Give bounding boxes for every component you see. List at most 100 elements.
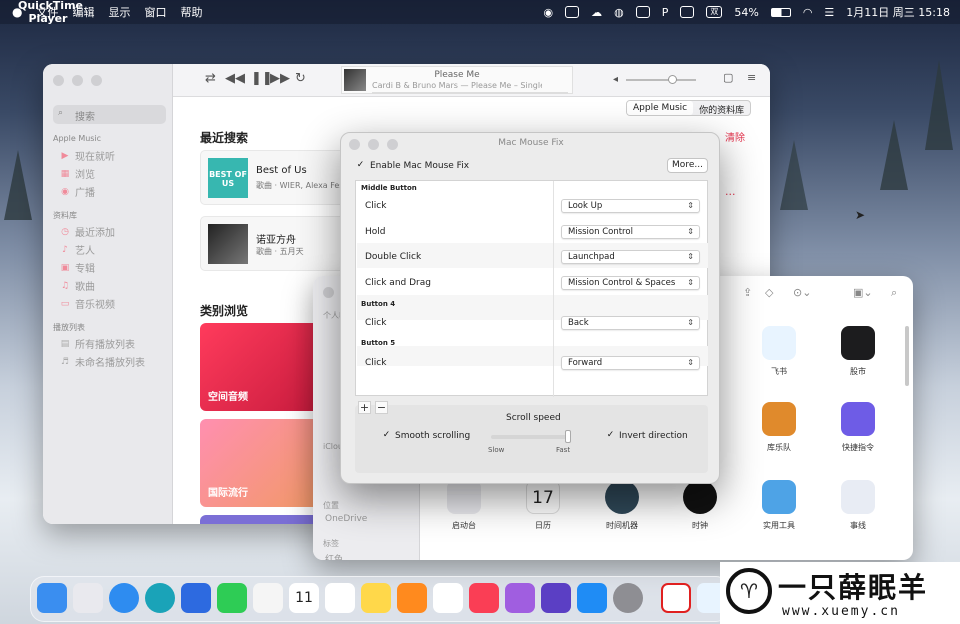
sidebar-item-untitled-playlist[interactable]: ♬ 未命名播放列表: [60, 354, 145, 370]
app-timeline[interactable]: 事线: [828, 480, 888, 531]
previous-icon[interactable]: ◀◀: [225, 71, 245, 86]
finder-icon[interactable]: [37, 583, 67, 613]
search-icon: ⌕: [58, 108, 64, 118]
invert-direction-checkbox[interactable]: ✓ Invert direction: [605, 430, 688, 441]
app-store-icon[interactable]: [577, 583, 607, 613]
control-center-icon[interactable]: ☰: [824, 6, 834, 19]
calendar-icon[interactable]: 11: [289, 583, 319, 613]
action-select[interactable]: Mission Control ⇕: [561, 225, 700, 239]
action-select[interactable]: Back ⇕: [561, 316, 700, 330]
launchpad-icon[interactable]: [73, 583, 103, 613]
freeform-icon[interactable]: [433, 583, 463, 613]
sidebar-item-songs[interactable]: ♫ 歌曲: [60, 278, 95, 294]
sidebar-item-onedrive[interactable]: OneDrive: [325, 514, 367, 524]
ime-icon[interactable]: 双: [706, 6, 723, 18]
sidebar-item-listen-now[interactable]: ▶ 现在就听: [60, 148, 115, 164]
menu-window[interactable]: 窗口: [144, 4, 166, 20]
action-select[interactable]: Look Up ⇕: [561, 199, 700, 213]
now-playing[interactable]: Please Me Cardi B & Bruno Mars — Please …: [341, 66, 573, 94]
sidebar-item-albums[interactable]: ▣ 专辑: [60, 260, 95, 276]
next-icon[interactable]: ▶▶: [270, 71, 290, 86]
screen-icon[interactable]: [635, 6, 650, 18]
sidebar-item-browse[interactable]: ▦ 浏览: [60, 166, 95, 182]
add-button[interactable]: +: [358, 401, 371, 414]
app-clock[interactable]: 时钟: [670, 480, 730, 531]
search-icon[interactable]: ⌕: [891, 286, 897, 300]
progress-bar[interactable]: [372, 92, 568, 94]
battery-percent[interactable]: 54%: [734, 6, 758, 19]
minimize-button[interactable]: [72, 75, 83, 86]
app-stocks[interactable]: 股市: [828, 326, 888, 377]
app-garageband[interactable]: 库乐队: [749, 402, 809, 453]
sidebar-item-videos[interactable]: ▭ 音乐视频: [60, 296, 115, 312]
section-tags: 标签: [323, 539, 339, 548]
app-shortcuts[interactable]: 快捷指令: [828, 402, 888, 453]
reminders-icon[interactable]: [325, 583, 355, 613]
action-menu-icon[interactable]: ⊙⌄: [793, 286, 811, 299]
recent-card[interactable]: BEST OF US Best of Us 歌曲 · WIER, Alexa F…: [200, 150, 345, 205]
wechat-icon[interactable]: [217, 583, 247, 613]
notes-icon[interactable]: [361, 583, 391, 613]
app-time-machine[interactable]: 时间机器: [592, 480, 652, 531]
pixelmator-icon[interactable]: [541, 583, 571, 613]
sidebar-item-red-tag[interactable]: 红色: [325, 552, 343, 560]
music-icon[interactable]: [469, 583, 499, 613]
wps-icon[interactable]: [565, 6, 580, 18]
shuffle-icon[interactable]: ⇄: [205, 71, 216, 86]
battery-icon[interactable]: [770, 7, 791, 17]
p-icon[interactable]: P: [662, 6, 669, 19]
system-settings-icon[interactable]: [613, 583, 643, 613]
podcasts-icon[interactable]: [505, 583, 535, 613]
remove-button[interactable]: −: [375, 401, 388, 414]
radio-icon: ◉: [61, 186, 69, 197]
view-options-icon[interactable]: ▣⌄: [853, 286, 873, 299]
action-select[interactable]: Forward ⇕: [561, 356, 700, 370]
repeat-icon[interactable]: ↻: [295, 71, 306, 86]
app-launchpad[interactable]: 启动台: [434, 480, 494, 531]
scroll-speed-slider[interactable]: [491, 430, 571, 443]
sidebar-item-radio[interactable]: ◉ 广播: [60, 184, 95, 200]
search-input[interactable]: 搜索: [53, 105, 166, 124]
close-button[interactable]: [53, 75, 64, 86]
lyrics-icon[interactable]: ▢: [723, 71, 733, 84]
photos-icon[interactable]: [253, 583, 283, 613]
action-select[interactable]: Mission Control & Spaces ⇕: [561, 276, 700, 290]
more-button[interactable]: More...: [667, 158, 708, 173]
more-icon[interactable]: ···: [725, 188, 736, 201]
sidebar-item-all-playlists[interactable]: ▤ 所有播放列表: [60, 336, 135, 352]
books-icon[interactable]: [397, 583, 427, 613]
app-menu[interactable]: QuickTime Player: [18, 0, 83, 25]
volume-slider[interactable]: [626, 75, 696, 84]
scrollbar[interactable]: [905, 326, 909, 386]
smooth-scrolling-checkbox[interactable]: ✓ Smooth scrolling: [381, 430, 470, 441]
app-utilities[interactable]: 实用工具: [749, 480, 809, 531]
recent-card[interactable]: 诺亚方舟 歌曲 · 五月天: [200, 216, 345, 271]
close-button[interactable]: [323, 287, 334, 298]
clear-button[interactable]: 清除: [725, 129, 745, 144]
notes-app-icon[interactable]: [181, 583, 211, 613]
wifi-icon[interactable]: ◠: [803, 6, 813, 19]
safari-icon[interactable]: [109, 583, 139, 613]
tag-icon[interactable]: ◇: [765, 286, 773, 299]
sidebar-item-recent[interactable]: ◷ 最近添加: [60, 224, 115, 240]
clock[interactable]: 1月11日 周三 15:18: [846, 4, 950, 20]
sidebar-item-artists[interactable]: ♪ 艺人: [60, 242, 95, 258]
menu-help[interactable]: 帮助: [180, 4, 202, 20]
app-feishu[interactable]: 飞书: [749, 326, 809, 377]
queue-icon[interactable]: ≡: [747, 71, 756, 84]
menu-view[interactable]: 显示: [108, 4, 130, 20]
slider-knob[interactable]: [565, 430, 571, 443]
cloud-icon[interactable]: ☁: [591, 6, 602, 19]
wechat-icon[interactable]: ◍: [614, 6, 624, 19]
enable-checkbox[interactable]: ✓ Enable Mac Mouse Fix: [355, 160, 469, 171]
share-icon[interactable]: ⇪: [743, 286, 752, 299]
image-icon[interactable]: [680, 6, 695, 18]
wps-icon[interactable]: [661, 583, 691, 613]
record-icon[interactable]: ◉: [544, 6, 554, 19]
action-select[interactable]: Launchpad ⇕: [561, 250, 700, 264]
tab-apple-music[interactable]: Apple Music: [627, 101, 694, 115]
app-calendar[interactable]: 17 日历: [513, 480, 573, 531]
zoom-button[interactable]: [91, 75, 102, 86]
edge-icon[interactable]: [145, 583, 175, 613]
tab-your-library[interactable]: 你的资料库: [693, 101, 750, 116]
